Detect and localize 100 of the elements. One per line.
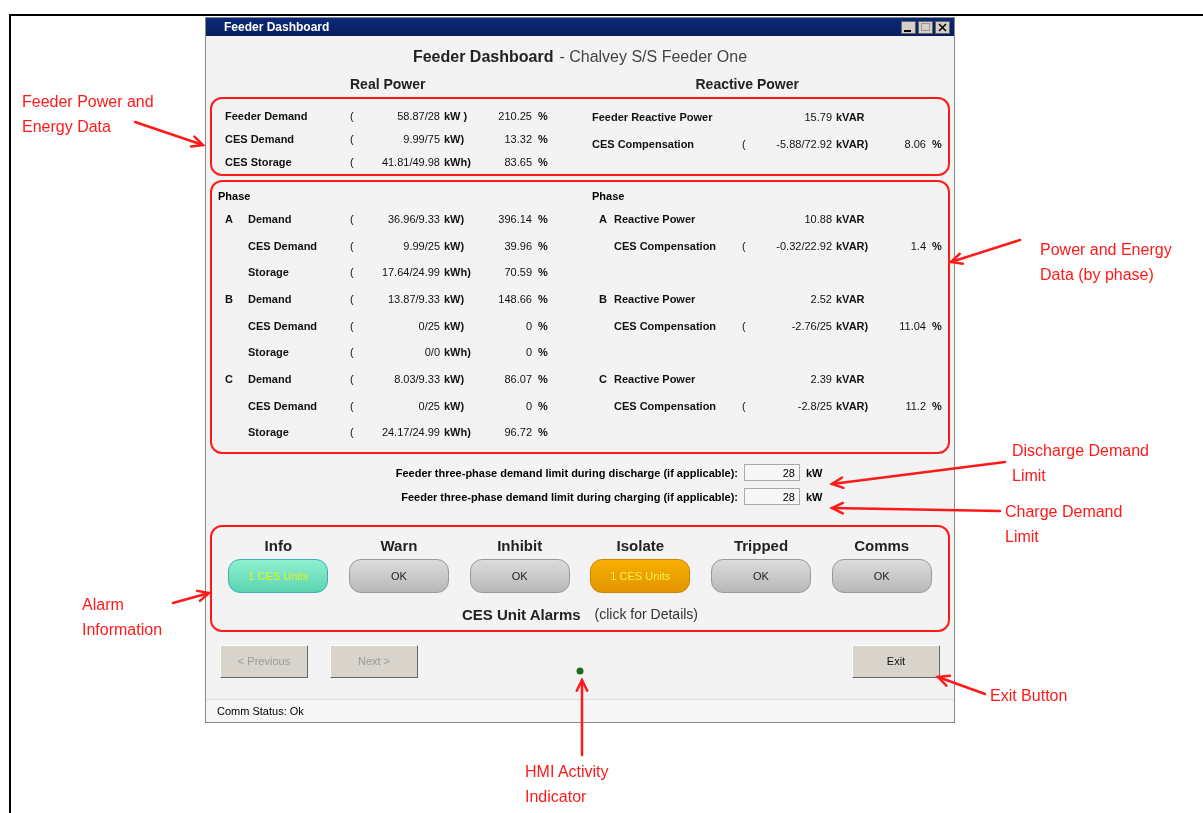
unit-text: kVAR xyxy=(835,111,866,124)
percent-sign: % xyxy=(537,213,549,226)
paren: ( xyxy=(350,239,355,252)
close-icon[interactable] xyxy=(935,20,950,34)
value-text: 58.87/28 xyxy=(396,109,440,122)
value-text: 10.88 xyxy=(803,213,832,226)
row-label: Storage xyxy=(248,266,290,279)
row-label: CES Compensation xyxy=(614,239,718,252)
value-text: -0.32/22.92 xyxy=(775,239,832,252)
phase-letter: A xyxy=(598,213,608,226)
percent-sign: % xyxy=(931,399,943,412)
annotation-text: Alarm Information xyxy=(82,595,164,640)
percent-sign: % xyxy=(931,137,943,150)
unit-text: kVAR) xyxy=(835,137,870,150)
paren: ( xyxy=(350,399,355,412)
unit-text: kW ) xyxy=(443,109,469,122)
value-text: 0/25 xyxy=(417,319,440,332)
paren: ( xyxy=(742,137,747,150)
value-text: -2.8/25 xyxy=(796,399,832,412)
annotation-text: Discharge Demand Limit xyxy=(1012,441,1150,486)
unit-text: kVAR xyxy=(835,293,866,306)
column-heading: Reactive Power xyxy=(695,76,799,92)
value-text: 36.96/9.33 xyxy=(387,213,440,226)
paren: ( xyxy=(350,319,355,332)
row-label: CES Demand xyxy=(248,319,319,332)
paren: ( xyxy=(350,293,355,306)
row-label: CES Demand xyxy=(248,399,319,412)
unit-text: kWh) xyxy=(443,346,472,359)
alarm-label: Comms xyxy=(854,537,910,554)
minimize-icon[interactable] xyxy=(901,20,916,34)
phase-letter: C xyxy=(598,373,608,386)
row-label: Reactive Power xyxy=(614,373,697,386)
percent-text: 396.14 xyxy=(497,213,532,226)
paren: ( xyxy=(350,109,355,122)
value-text: 0/25 xyxy=(417,399,440,412)
unit-text: kVAR) xyxy=(835,239,870,252)
paren: ( xyxy=(350,266,355,279)
phase-letter: A xyxy=(225,213,234,226)
percent-text: 8.06 xyxy=(903,137,926,150)
paren: ( xyxy=(350,373,355,386)
maximize-icon[interactable] xyxy=(918,20,933,34)
unit-text: kW xyxy=(806,466,824,479)
percent-text: 39.96 xyxy=(503,239,532,252)
alarm-button[interactable]: OK xyxy=(711,559,811,593)
percent-sign: % xyxy=(537,373,549,386)
phase-letter: B xyxy=(598,293,608,306)
value-text: 15.79 xyxy=(803,111,832,124)
percent-text: 0 xyxy=(524,346,532,359)
activity-indicator-icon xyxy=(576,667,584,675)
alarm-button[interactable]: OK xyxy=(349,559,449,593)
value-text: 0/0 xyxy=(423,346,440,359)
percent-sign: % xyxy=(537,133,549,145)
exit-button[interactable]: Exit xyxy=(852,644,940,678)
row-label: Storage xyxy=(248,346,290,359)
alarm-button[interactable]: OK xyxy=(831,559,932,593)
value-text: -5.88/72.92 xyxy=(775,137,832,150)
paren: ( xyxy=(350,133,355,145)
phase-letter: B xyxy=(225,293,234,306)
unit-text: kVAR xyxy=(835,213,866,226)
percent-text: 96.72 xyxy=(503,426,532,439)
row-label: Feeder Reactive Power xyxy=(592,111,714,124)
row-label: CES Demand xyxy=(248,239,319,252)
percent-text: 13.32 xyxy=(503,133,532,145)
unit-text: kVAR xyxy=(835,373,866,386)
annotation-text: Charge Demand Limit xyxy=(1005,502,1124,547)
percent-sign: % xyxy=(537,293,549,306)
value-text: 2.52 xyxy=(809,293,832,306)
paren: ( xyxy=(742,399,747,412)
value-text: 9.99/75 xyxy=(402,133,440,145)
details-hint[interactable]: (click for Details) xyxy=(594,606,699,623)
limit-field[interactable]: 28 xyxy=(744,464,800,481)
row-label: Feeder Demand xyxy=(225,109,309,122)
unit-text: kW) xyxy=(443,399,466,412)
percent-text: 0 xyxy=(524,399,532,412)
alarm-button[interactable]: OK xyxy=(469,559,570,593)
alarms-caption: CES Unit Alarms xyxy=(461,606,581,623)
percent-sign: % xyxy=(931,319,943,332)
percent-text: 0 xyxy=(524,319,532,332)
alarm-label: Inhibit xyxy=(497,537,543,554)
limit-field[interactable]: 28 xyxy=(744,488,800,505)
percent-text: 11.04 xyxy=(898,319,926,332)
alarm-label: Tripped xyxy=(733,537,789,554)
percent-text: 83.65 xyxy=(503,156,532,169)
percent-text: 1.4 xyxy=(909,239,926,252)
percent-text: 11.2 xyxy=(904,399,926,412)
row-label: CES Compensation xyxy=(614,319,718,332)
unit-text: kWh) xyxy=(443,156,472,169)
status-text: Comm Status: Ok xyxy=(217,705,304,717)
percent-sign: % xyxy=(931,239,943,252)
column-heading: Real Power xyxy=(350,76,426,92)
alarm-label: Isolate xyxy=(616,537,665,554)
limit-label: Feeder three-phase demand limit during discharge (if applicable): xyxy=(395,466,738,479)
unit-text: kW) xyxy=(443,133,466,145)
row-label: Reactive Power xyxy=(614,293,697,306)
annotation-text: Exit Button xyxy=(990,686,1069,706)
percent-sign: % xyxy=(537,239,549,252)
unit-text: kVAR) xyxy=(835,319,870,332)
unit-text: kW) xyxy=(443,293,466,306)
annotation-text: Feeder Power and Energy Data xyxy=(22,92,155,137)
paren: ( xyxy=(742,239,747,252)
